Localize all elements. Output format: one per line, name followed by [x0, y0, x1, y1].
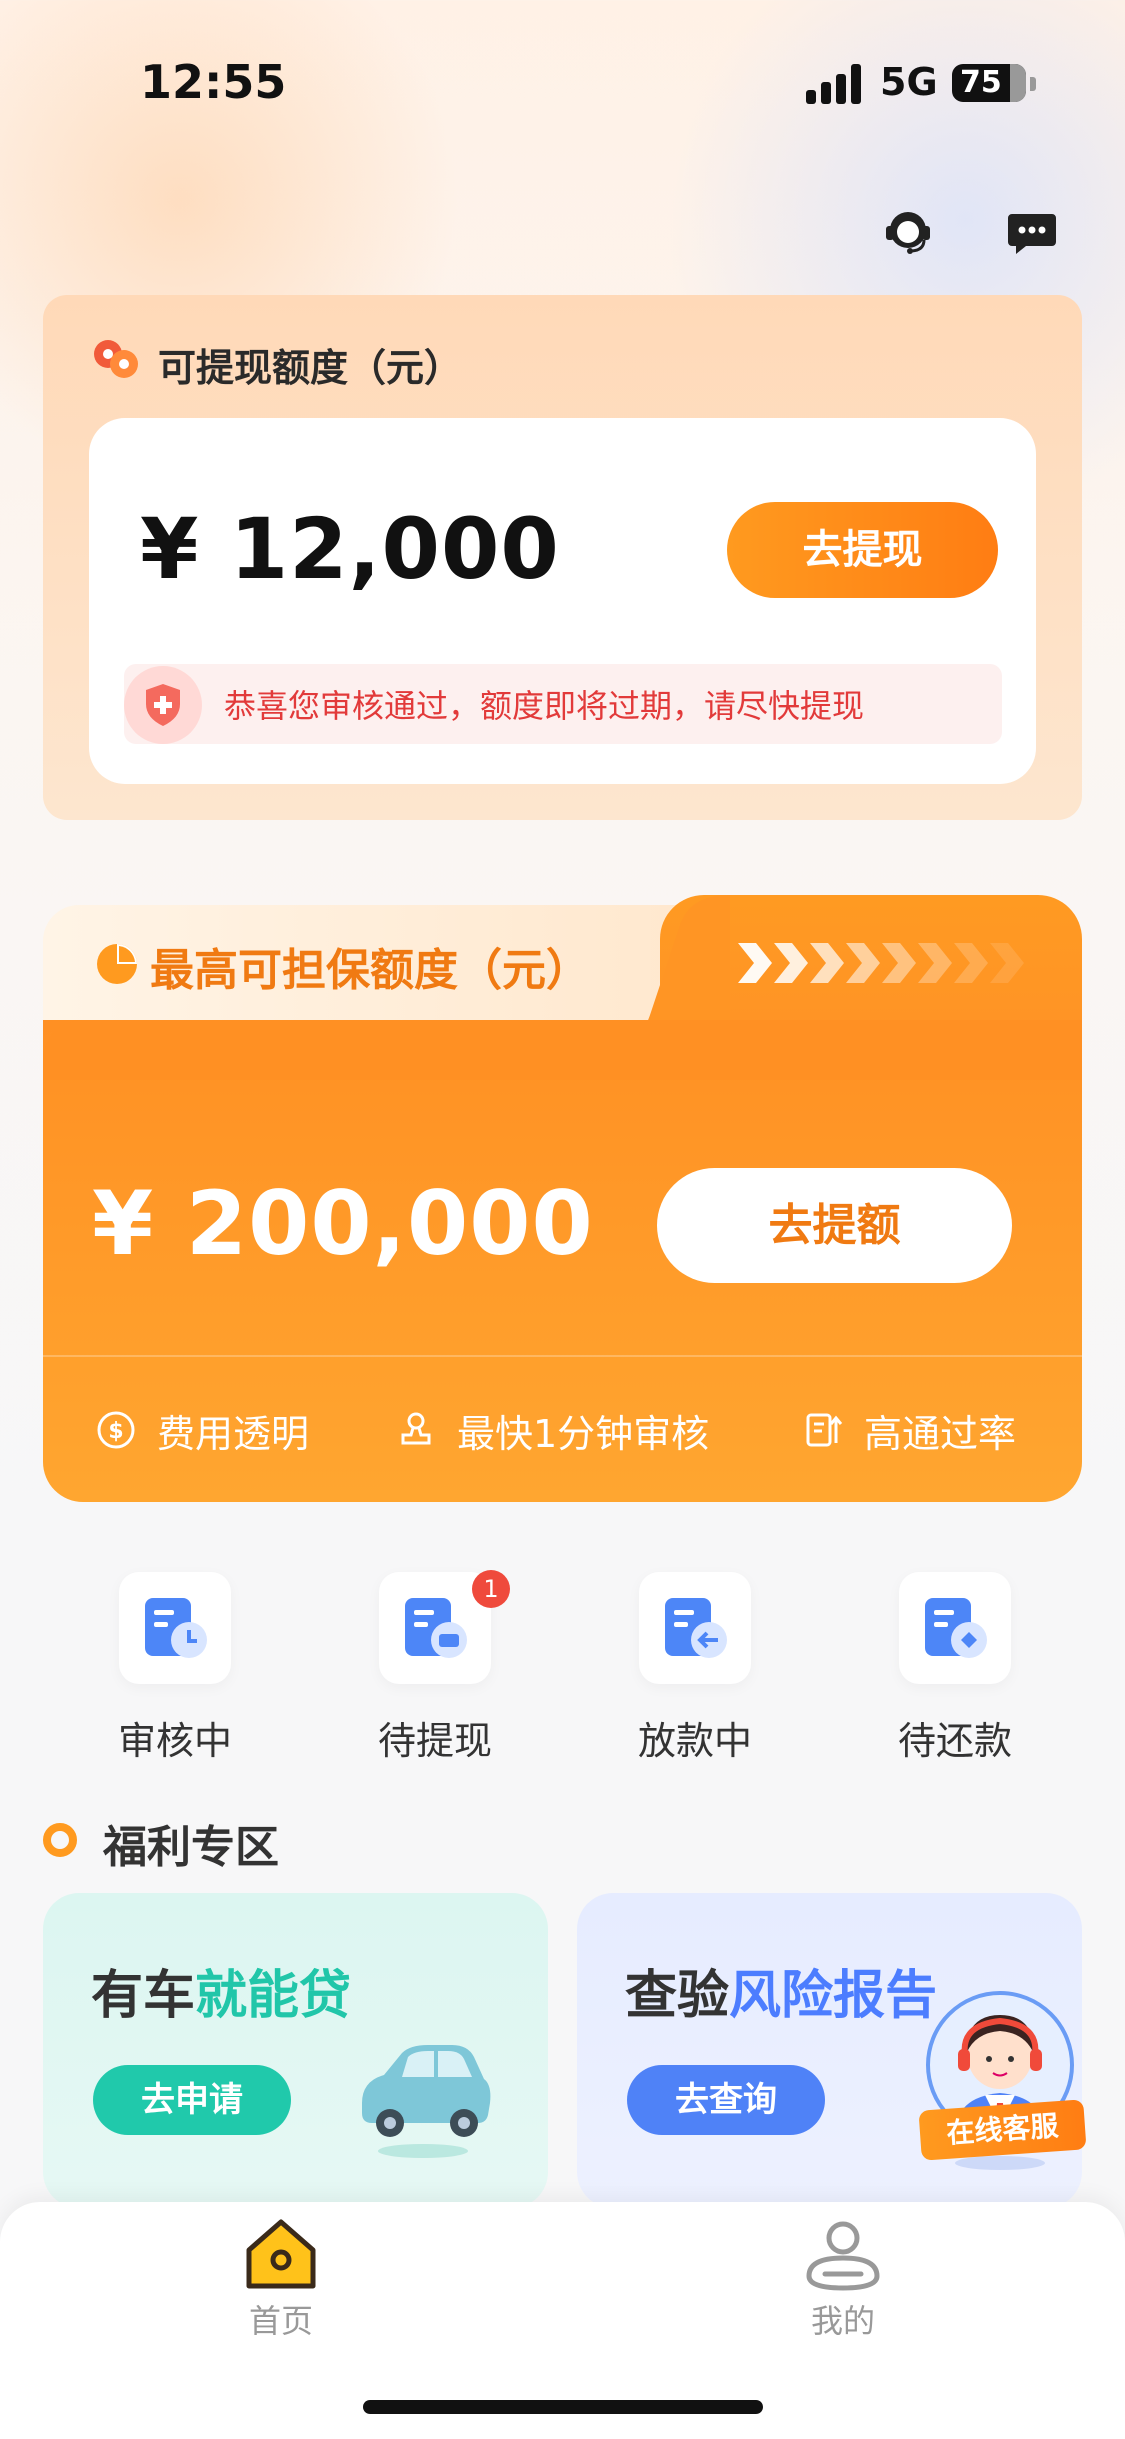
withdraw-amount: ¥ 12,000 — [140, 500, 560, 598]
notice-text: 恭喜您审核通过，额度即将过期，请尽快提现 — [224, 687, 865, 725]
status-bar: 12:55 5G 75 — [0, 0, 1125, 150]
feature-fast-review: 最快1分钟审核 — [395, 1405, 710, 1456]
promo-title: 有车就能贷 — [91, 1953, 351, 2028]
battery-icon: 75 — [952, 64, 1026, 102]
order-status-disbursing[interactable]: 放款中 — [600, 1572, 780, 1763]
guarantee-amount: ¥ 200,000 — [92, 1172, 594, 1275]
order-status-reviewing[interactable]: 审核中 — [80, 1572, 260, 1763]
document-wallet-icon — [405, 1598, 467, 1658]
tab-home[interactable]: 首页 — [181, 2212, 381, 2342]
chevrons-decoration-icon — [738, 943, 1024, 983]
document-up-icon — [806, 1413, 843, 1447]
tab-label: 我的 — [810, 2302, 875, 2340]
document-clock-icon — [145, 1598, 207, 1658]
promo-car-loan[interactable]: 有车就能贷 去申请 — [43, 1893, 548, 2208]
promo-title-highlight: 风险报告 — [729, 1966, 938, 2026]
message-icon[interactable] — [1004, 204, 1060, 260]
query-button[interactable]: 去查询 — [627, 2065, 825, 2135]
feature-label: 费用透明 — [157, 1411, 310, 1456]
user-icon — [806, 2221, 880, 2291]
status-time: 12:55 — [140, 55, 287, 109]
feature-high-pass-rate: 高通过率 — [802, 1405, 1017, 1456]
promo-title-prefix: 有车 — [91, 1966, 196, 2026]
coins-icon — [92, 338, 140, 380]
withdraw-button[interactable]: 去提现 — [727, 502, 998, 598]
feature-transparent-fee: $ 费用透明 — [95, 1405, 310, 1456]
apply-button[interactable]: 去申请 — [93, 2065, 291, 2135]
svg-text:$: $ — [108, 1419, 123, 1444]
notification-badge: 1 — [472, 1570, 510, 1608]
order-status-pending-repay[interactable]: 待还款 — [860, 1572, 1040, 1763]
feature-label: 最快1分钟审核 — [457, 1411, 710, 1456]
order-icon-box — [899, 1572, 1011, 1684]
order-status-label: 待还款 — [897, 1719, 1012, 1763]
signal-icon — [806, 64, 864, 104]
order-icon-box — [119, 1572, 231, 1684]
network-type: 5G — [880, 60, 938, 104]
customer-service-icon[interactable] — [880, 204, 936, 260]
withdraw-title: 可提现额度（元） — [158, 346, 463, 390]
guarantee-title: 最高可担保额度（元） — [150, 945, 590, 996]
dollar-circle-icon: $ — [97, 1411, 135, 1449]
home-indicator — [363, 2400, 763, 2414]
raise-limit-button[interactable]: 去提额 — [657, 1168, 1012, 1283]
order-status-label: 放款中 — [637, 1719, 752, 1763]
section-dot-icon — [43, 1823, 77, 1857]
stamp-icon — [401, 1412, 431, 1445]
promo-title: 查验风险报告 — [625, 1953, 937, 2028]
document-arrow-icon — [665, 1598, 727, 1658]
order-status-label: 待提现 — [377, 1719, 492, 1763]
guarantee-card-top — [43, 1020, 1082, 1080]
order-icon-box — [639, 1572, 751, 1684]
home-icon — [246, 2219, 316, 2289]
divider — [43, 1355, 1082, 1357]
promo-title-highlight: 就能贷 — [195, 1966, 352, 2026]
order-status-pending-withdraw[interactable]: 1 待提现 — [340, 1570, 520, 1763]
battery-nub — [1030, 77, 1036, 91]
car-icon — [362, 2045, 491, 2158]
tab-mine[interactable]: 我的 — [743, 2212, 943, 2342]
battery-level: 75 — [960, 65, 1002, 100]
pie-chart-icon — [95, 942, 139, 986]
promo-title-prefix: 查验 — [625, 1966, 730, 2026]
feature-label: 高通过率 — [864, 1411, 1017, 1456]
tab-label: 首页 — [248, 2302, 313, 2340]
welfare-section-title: 福利专区 — [103, 1822, 279, 1873]
document-diamond-icon — [925, 1598, 987, 1658]
order-status-label: 审核中 — [117, 1719, 232, 1763]
shield-icon — [124, 666, 202, 744]
